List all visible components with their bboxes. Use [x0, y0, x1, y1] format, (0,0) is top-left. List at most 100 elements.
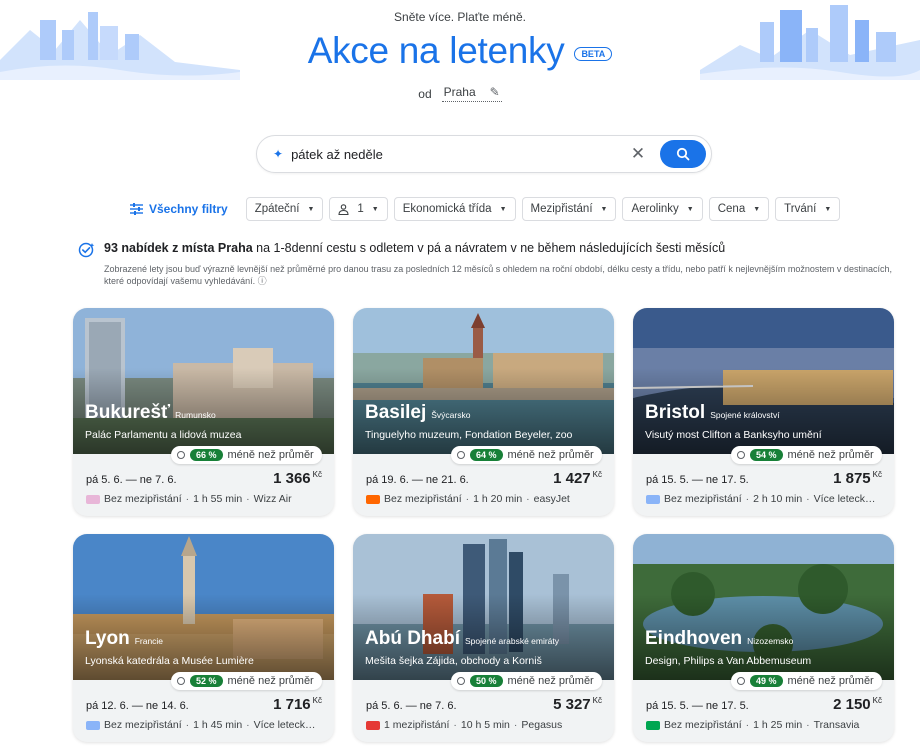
discount-badge: 49 % méně než průměr: [731, 672, 882, 690]
destination-sights: Mešita šejka Zájida, obchody a Korniš: [365, 655, 542, 667]
results-title-row: 93 nabídek z místa Praha na 1-8denní ces…: [78, 240, 888, 259]
flight-details: Bez mezipřistání · 1 h 20 min · easyJet: [366, 493, 606, 505]
flight-details: Bez mezipřistání · 1 h 45 min · Více let…: [86, 719, 326, 731]
edit-pencil-icon[interactable]: ✎: [490, 85, 500, 99]
discount-badge: 50 % méně než průměr: [451, 672, 602, 690]
caret-down-icon: ▼: [686, 205, 694, 213]
search-input[interactable]: ✦ pátek až neděle ✕: [256, 135, 712, 173]
circle-icon: [177, 451, 185, 459]
country-name: Švýcarsko: [431, 410, 471, 420]
country-name: Francie: [134, 636, 164, 646]
all-filters-button[interactable]: Všechny filtry: [130, 202, 228, 216]
deal-card[interactable]: Bristol Spojené království Visutý most C…: [633, 308, 894, 516]
results-disclaimer-text: Zobrazené lety jsou buď výrazně levnější…: [104, 264, 892, 286]
separator-dot: ·: [526, 493, 530, 505]
city-name: Lyon: [85, 628, 130, 649]
deal-card[interactable]: Eindhoven Nizozemsko Design, Philips a V…: [633, 534, 894, 742]
page-title: Akce na letenky: [307, 30, 565, 71]
discount-badge: 52 % méně než průměr: [171, 672, 322, 690]
caret-down-icon: ▼: [371, 205, 379, 213]
price-currency: Kč: [872, 470, 882, 479]
origin-field[interactable]: Praha ✎: [441, 85, 502, 102]
city-name: Bukurešť: [85, 402, 171, 423]
passengers-label: 1: [357, 203, 364, 215]
airline-name: Více leteck…: [253, 719, 316, 731]
separator-dot: ·: [806, 719, 810, 731]
price-amount: 5 327: [553, 696, 591, 713]
verified-check-icon: [78, 242, 95, 258]
caret-down-icon: ▼: [753, 205, 761, 213]
deal-card[interactable]: Basilej Švýcarsko Tinguelyho muzeum, Fon…: [353, 308, 614, 516]
cabin-label: Ekonomická třída: [402, 203, 492, 215]
price-amount: 2 150: [833, 696, 871, 713]
discount-percent: 66 %: [190, 449, 223, 461]
travel-dates: pá 5. 6. — ne 7. 6.: [86, 474, 177, 486]
airlines-dropdown[interactable]: Aerolinky ▼: [622, 197, 703, 221]
deal-price: 1 427 Kč: [553, 470, 602, 487]
trip-type-label: Zpáteční: [254, 203, 300, 215]
info-icon[interactable]: ⓘ: [258, 276, 267, 286]
airline-logo-icon: [646, 720, 660, 730]
duration-dropdown[interactable]: Trvání ▼: [775, 197, 841, 221]
city-name: Abú Dhabí: [365, 628, 460, 649]
destination-sights: Tinguelyho muzeum, Fondation Beyeler, zo…: [365, 429, 573, 441]
discount-percent: 52 %: [190, 675, 223, 687]
separator-dot: ·: [806, 493, 810, 505]
price-currency: Kč: [872, 696, 882, 705]
price-dropdown[interactable]: Cena ▼: [708, 197, 770, 221]
price-currency: Kč: [312, 696, 322, 705]
circle-icon: [457, 677, 465, 685]
separator-dot: ·: [745, 719, 750, 731]
airline-logo-icon: [86, 720, 100, 730]
travel-dates: pá 15. 5. — ne 17. 5.: [646, 474, 749, 486]
flight-details: Bez mezipřistání · 1 h 25 min · Transavi…: [646, 719, 886, 731]
person-icon: [338, 203, 349, 215]
duration-text: 1 h 25 min: [753, 719, 803, 731]
circle-icon: [737, 677, 745, 685]
beta-badge: BETA: [574, 47, 613, 61]
airline-name: Wizz Air: [253, 493, 292, 505]
destination-city: Bukurešť Rumunsko: [85, 402, 216, 424]
airline-name: Transavia: [813, 719, 860, 731]
travel-dates: pá 19. 6. — ne 21. 6.: [366, 474, 469, 486]
price-currency: Kč: [592, 696, 602, 705]
duration-text: 1 h 55 min: [193, 493, 243, 505]
passengers-dropdown[interactable]: 1 ▼: [329, 197, 388, 221]
deal-price: 1 366 Kč: [273, 470, 322, 487]
discount-badge: 64 % méně než průměr: [451, 446, 602, 464]
stops-dropdown[interactable]: Mezipřistání ▼: [521, 197, 617, 221]
search-query-text[interactable]: pátek až neděle: [291, 147, 630, 162]
origin-prefix-label: od: [418, 86, 432, 101]
deal-price: 2 150 Kč: [833, 696, 882, 713]
discount-label: méně než průměr: [227, 449, 314, 461]
deal-price: 1 875 Kč: [833, 470, 882, 487]
discount-label: méně než průměr: [227, 675, 314, 687]
airline-name: Více leteck…: [813, 493, 876, 505]
destination-city: Lyon Francie: [85, 628, 163, 650]
separator-dot: ·: [246, 719, 250, 731]
discount-percent: 64 %: [470, 449, 503, 461]
price-label: Cena: [717, 203, 746, 215]
flight-deals-page: Sněte více. Plaťte méně. Akce na letenky…: [0, 0, 920, 749]
caret-down-icon: ▼: [307, 205, 315, 213]
discount-label: méně než průměr: [787, 449, 874, 461]
stops-text: Bez mezipřistání: [104, 719, 182, 731]
destination-city: Basilej Švýcarsko: [365, 402, 470, 424]
results-title: 93 nabídek z místa Praha na 1-8denní ces…: [104, 240, 725, 256]
deal-card[interactable]: Abú Dhabí Spojené arabské emiráty Mešita…: [353, 534, 614, 742]
separator-dot: ·: [513, 719, 518, 731]
deal-card[interactable]: Lyon Francie Lyonská katedrála a Musée L…: [73, 534, 334, 742]
clear-search-icon[interactable]: ✕: [630, 144, 646, 164]
cabin-dropdown[interactable]: Ekonomická třída ▼: [393, 197, 516, 221]
duration-text: 1 h 45 min: [193, 719, 243, 731]
duration-text: 10 h 5 min: [460, 719, 510, 731]
flight-details: 1 mezipřistání · 10 h 5 min · Pegasus: [366, 719, 606, 731]
search-button[interactable]: [660, 140, 706, 168]
results-count: 93 nabídek z místa Praha: [104, 241, 253, 255]
results-summary: 93 nabídek z místa Praha na 1-8denní ces…: [78, 240, 892, 287]
deal-card[interactable]: Bukurešť Rumunsko Palác Parlamentu a lid…: [73, 308, 334, 516]
stops-text: Bez mezipřistání: [664, 493, 742, 505]
flight-details: Bez mezipřistání · 2 h 10 min · Více let…: [646, 493, 886, 505]
duration-text: 1 h 20 min: [473, 493, 523, 505]
trip-type-dropdown[interactable]: Zpáteční ▼: [245, 197, 324, 221]
